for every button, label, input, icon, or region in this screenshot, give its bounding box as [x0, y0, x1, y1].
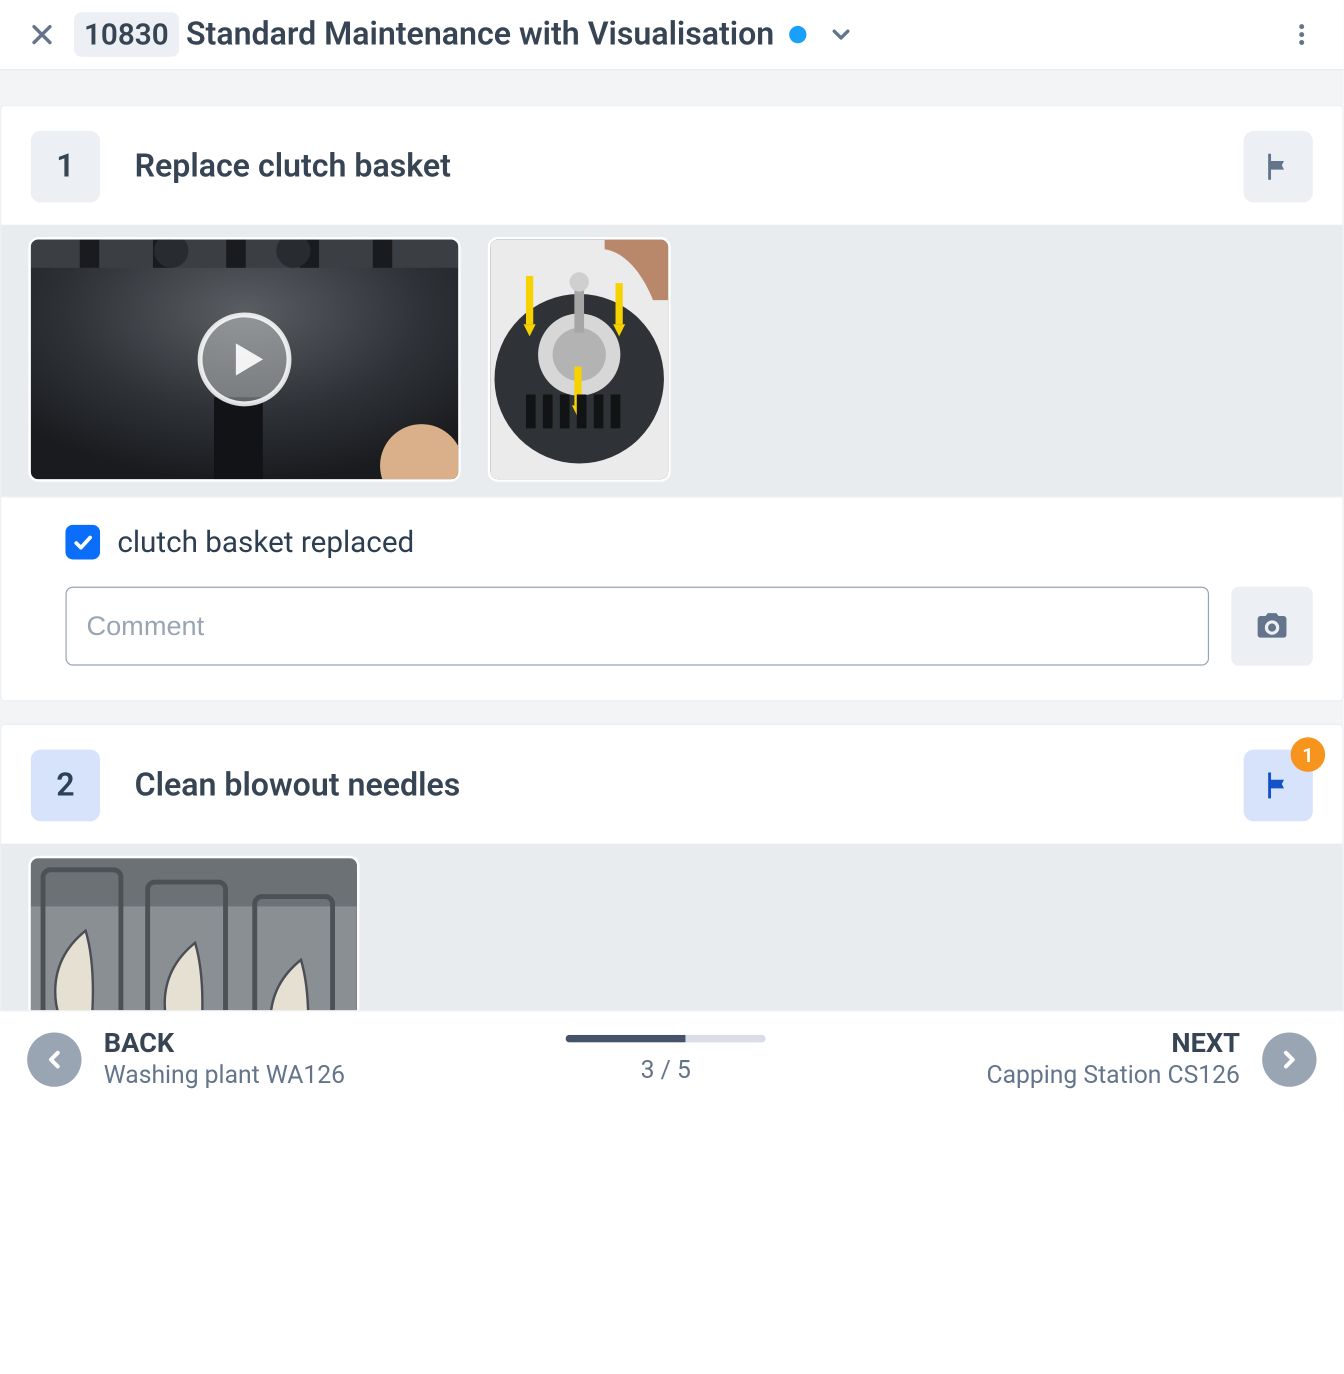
close-button[interactable] [20, 12, 64, 56]
status-dot [789, 26, 806, 43]
page-title: Standard Maintenance with Visualisation [186, 16, 774, 53]
checkbox-label: clutch basket replaced [117, 525, 414, 560]
image-thumbnail[interactable] [488, 237, 671, 482]
more-menu-button[interactable] [1279, 12, 1323, 56]
task-card: 1 Replace clutch basket [0, 105, 1344, 702]
progress-fill [566, 1034, 686, 1041]
back-label: BACK [104, 1029, 345, 1060]
comment-row [65, 587, 1312, 666]
chevron-left-icon [41, 1045, 68, 1072]
task-header: 1 Replace clutch basket [1, 106, 1342, 225]
task-title: Replace clutch basket [135, 148, 1244, 185]
comment-input[interactable] [65, 587, 1209, 666]
footer-progress: 3 / 5 [345, 1034, 987, 1083]
step-number: 2 [31, 750, 100, 822]
play-icon [196, 311, 292, 407]
back-nav[interactable]: BACK Washing plant WA126 [27, 1029, 345, 1090]
flag-button[interactable]: 1 [1244, 750, 1313, 822]
expand-button[interactable] [824, 17, 859, 52]
camera-button[interactable] [1231, 587, 1313, 666]
clutch-assembly-image [490, 240, 668, 480]
flag-icon [1261, 768, 1296, 803]
task-title: Clean blowout needles [135, 767, 1244, 804]
task-header: 2 Clean blowout needles 1 [1, 725, 1342, 844]
check-icon [72, 531, 94, 553]
play-button[interactable] [196, 311, 292, 407]
checkbox[interactable] [65, 525, 100, 560]
back-button[interactable] [27, 1032, 81, 1086]
record-id-badge: 10830 [74, 12, 178, 56]
more-vertical-icon [1288, 21, 1315, 48]
footer-nav: BACK Washing plant WA126 3 / 5 NEXT Capp… [0, 1010, 1344, 1116]
back-sublabel: Washing plant WA126 [104, 1060, 345, 1090]
progress-bar [566, 1034, 766, 1041]
page-indicator: 3 / 5 [641, 1054, 691, 1084]
video-thumbnail[interactable] [28, 237, 460, 482]
camera-icon [1255, 609, 1290, 644]
close-icon [28, 21, 55, 48]
flag-icon [1261, 149, 1296, 184]
next-sublabel: Capping Station CS126 [987, 1060, 1240, 1090]
checkbox-row: clutch basket replaced [65, 525, 1312, 560]
next-label: NEXT [987, 1029, 1240, 1060]
content-area: 1 Replace clutch basket [0, 70, 1344, 1116]
task-input-section: clutch basket replaced [1, 496, 1342, 700]
step-number: 1 [31, 131, 100, 203]
header-bar: 10830 Standard Maintenance with Visualis… [0, 0, 1344, 70]
next-nav[interactable]: NEXT Capping Station CS126 [987, 1029, 1317, 1090]
next-button[interactable] [1262, 1032, 1316, 1086]
chevron-right-icon [1276, 1045, 1303, 1072]
flag-button[interactable] [1244, 131, 1313, 203]
chevron-down-icon [827, 21, 854, 48]
flag-count-badge: 1 [1291, 737, 1326, 772]
media-gallery [1, 225, 1342, 497]
